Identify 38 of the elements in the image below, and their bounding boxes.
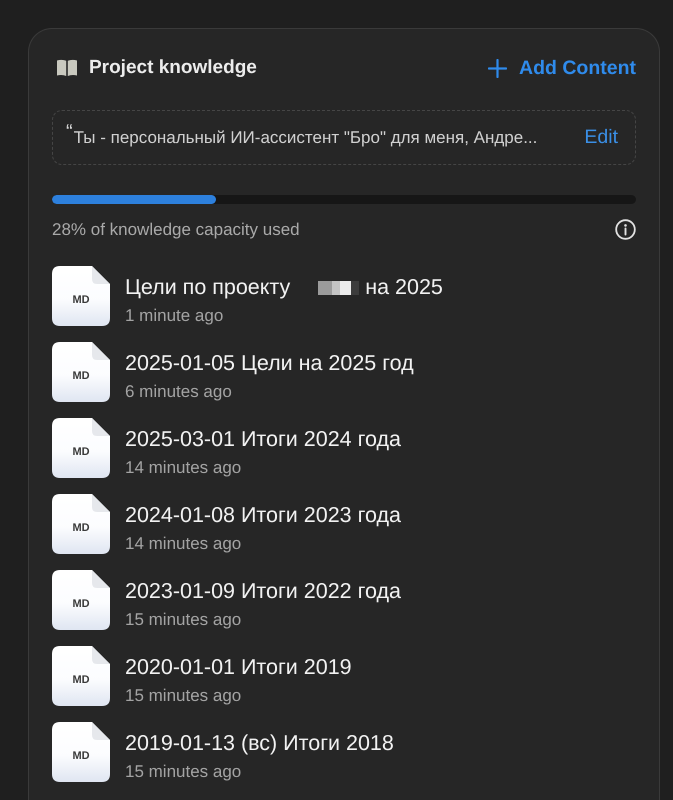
document-icon bbox=[52, 722, 110, 782]
quote-mark: “ bbox=[66, 122, 73, 142]
capacity-caption: 28% of knowledge capacity used bbox=[52, 220, 300, 240]
file-title[interactable]: 2023-01-09 Итоги 2022 года bbox=[125, 579, 401, 604]
file-type-label: MD bbox=[72, 674, 90, 686]
file-type-label: MD bbox=[72, 750, 90, 762]
file-title[interactable]: 2020-01-01 Итоги 2019 bbox=[125, 655, 352, 680]
file-type-label: MD bbox=[72, 370, 90, 382]
file-title[interactable]: 2025-03-01 Итоги 2024 года bbox=[125, 427, 401, 452]
book-icon bbox=[56, 59, 78, 77]
plus-icon bbox=[488, 58, 508, 78]
file-time: 14 minutes ago bbox=[125, 534, 242, 554]
file-time: 15 minutes ago bbox=[125, 762, 242, 782]
document-icon bbox=[52, 342, 110, 402]
document-icon bbox=[52, 266, 110, 326]
document-icon bbox=[52, 418, 110, 478]
file-title[interactable]: 2025-01-05 Цели на 2025 год bbox=[125, 351, 414, 376]
file-time: 15 minutes ago bbox=[125, 686, 242, 706]
file-type-label: MD bbox=[72, 522, 90, 534]
edit-link[interactable]: Edit bbox=[584, 126, 618, 149]
file-time: 1 minute ago bbox=[125, 306, 224, 326]
file-title[interactable]: 2019-01-13 (вс) Итоги 2018 bbox=[125, 731, 394, 756]
file-type-label: MD bbox=[72, 598, 90, 610]
file-title-suffix[interactable]: на 2025 bbox=[365, 275, 443, 300]
file-time: 6 minutes ago bbox=[125, 382, 233, 402]
document-icon bbox=[52, 646, 110, 706]
file-time: 14 minutes ago bbox=[125, 458, 242, 478]
file-type-label: MD bbox=[72, 294, 90, 306]
file-title[interactable]: Цели по проекту bbox=[125, 275, 290, 300]
add-content-button[interactable]: Add Content bbox=[488, 56, 636, 80]
file-title[interactable]: 2024-01-08 Итоги 2023 года bbox=[125, 503, 401, 528]
file-time: 15 minutes ago bbox=[125, 610, 242, 630]
panel-title: Project knowledge bbox=[89, 57, 257, 79]
document-icon bbox=[52, 570, 110, 630]
document-icon bbox=[52, 494, 110, 554]
instructions-text: Ты - персональный ИИ-ассистент "Бро" для меня, Андре... bbox=[74, 128, 538, 148]
file-type-label: MD bbox=[72, 446, 90, 458]
info-icon[interactable] bbox=[615, 219, 636, 240]
